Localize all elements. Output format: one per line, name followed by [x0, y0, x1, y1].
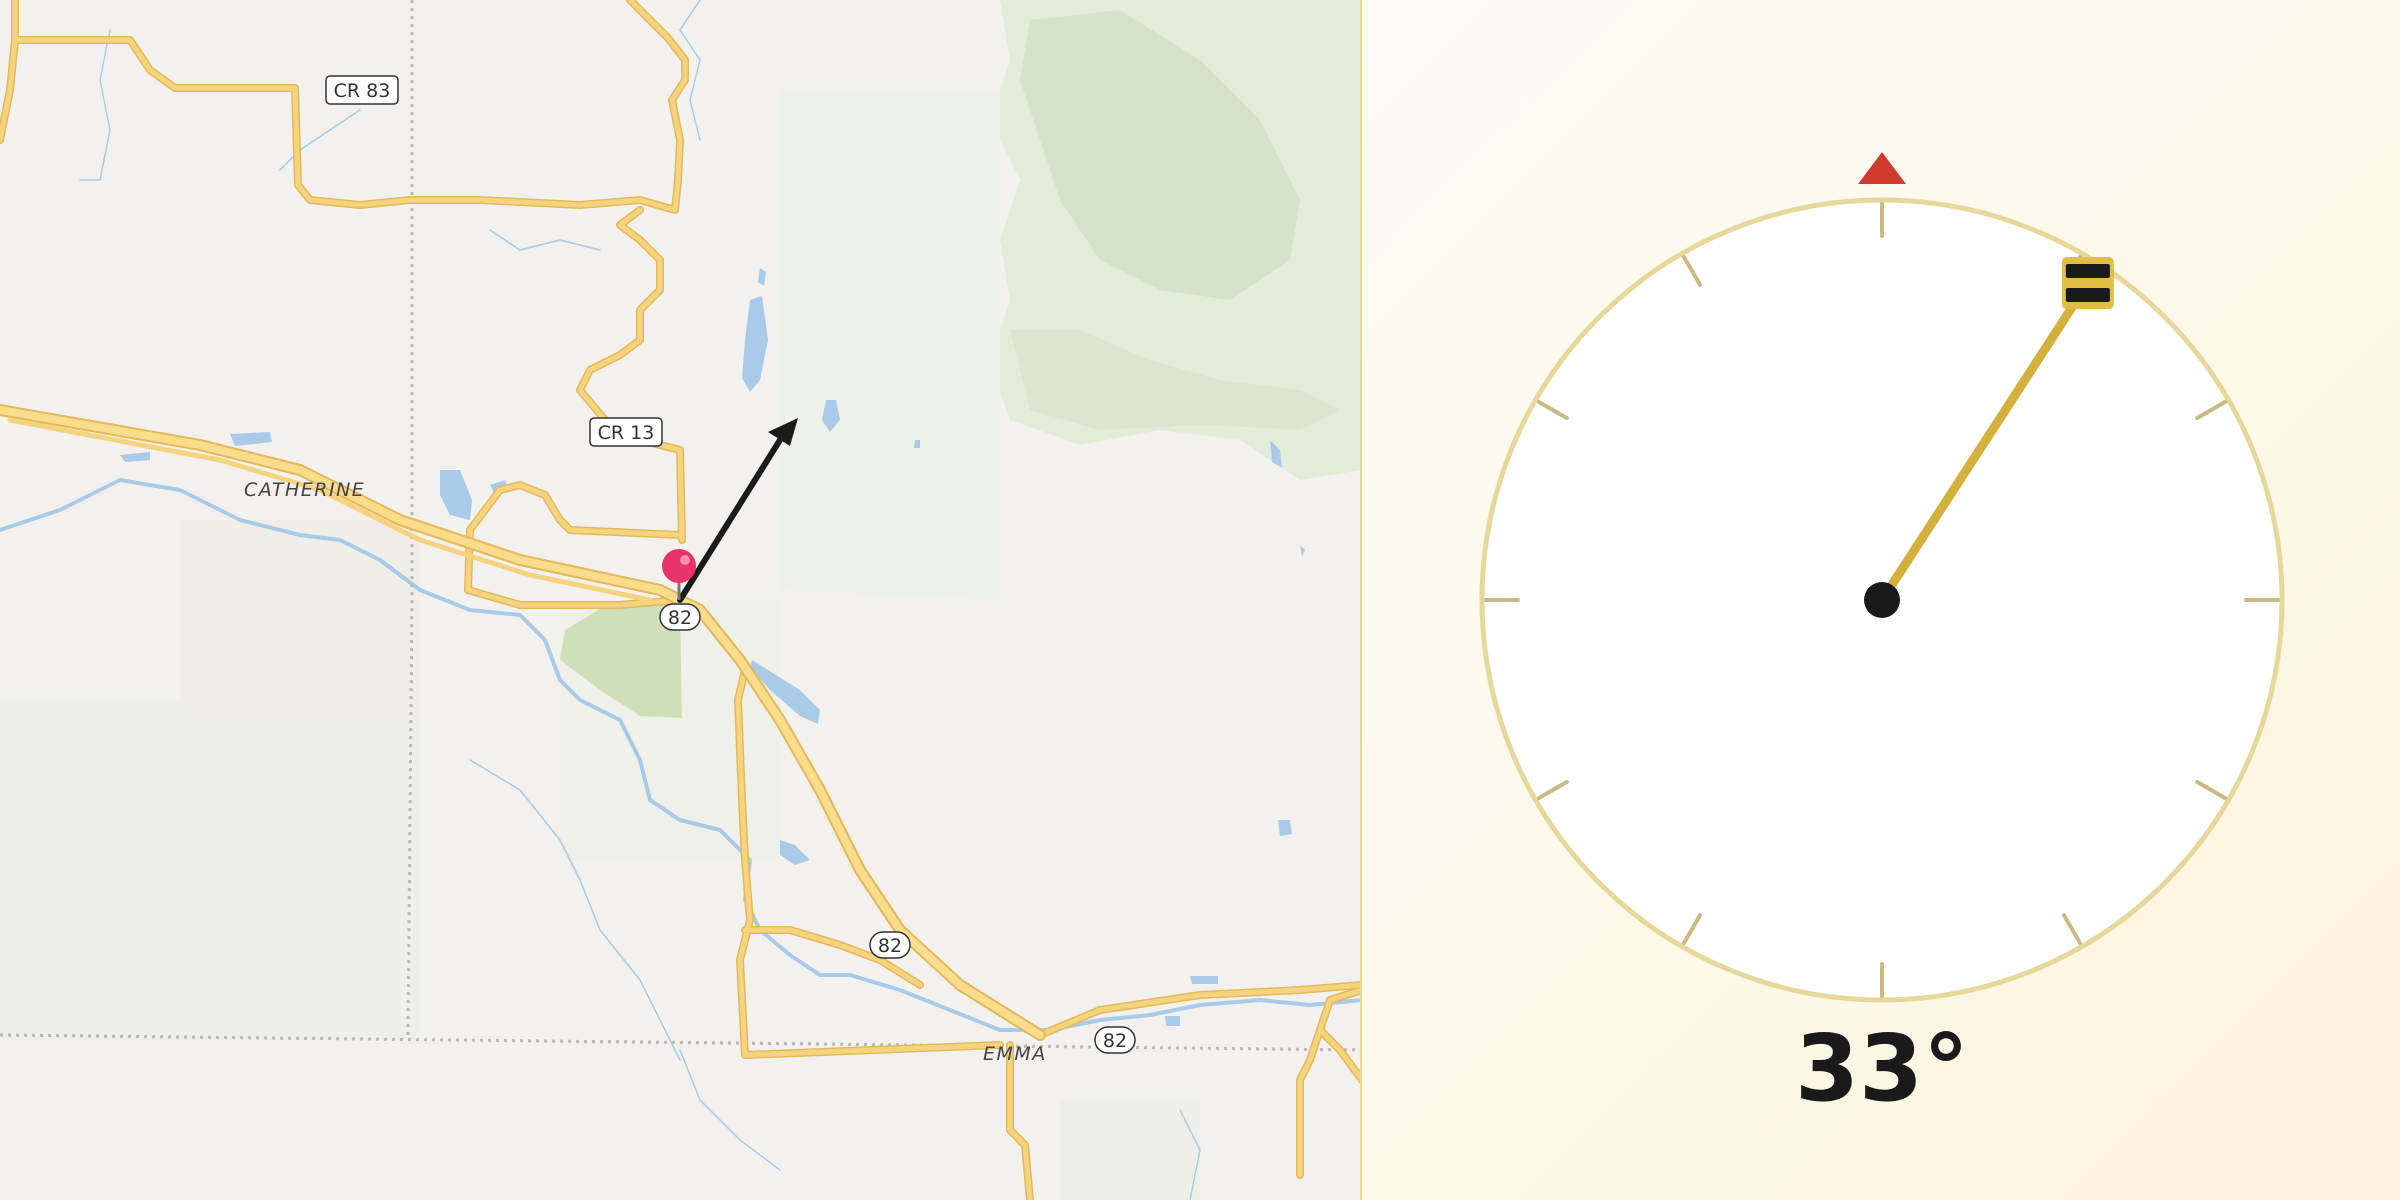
svg-text:82: 82: [1103, 1030, 1127, 1052]
svg-text:CR 83: CR 83: [334, 80, 391, 102]
road-shield-hwy82: 82: [869, 931, 911, 959]
svg-text:82: 82: [878, 935, 902, 957]
compass-pivot: [1864, 582, 1900, 618]
place-label-emma: EMMA: [983, 1043, 1047, 1065]
place-label-catherine: CATHERINE: [244, 479, 365, 501]
north-triangle-icon: [1858, 152, 1906, 184]
svg-text:82: 82: [668, 607, 692, 629]
map-view[interactable]: CR 83 CR 13 82 82 82 CATHERINE EMMA: [0, 0, 1362, 1200]
svg-text:CR 13: CR 13: [598, 422, 655, 444]
road-shield-cr13: CR 13: [589, 417, 663, 447]
heading-readout: 33°: [1795, 1015, 1969, 1122]
map-canvas[interactable]: CR 83 CR 13 82 82 82 CATHERINE EMMA: [0, 0, 1362, 1200]
road-shield-hwy82: 82: [659, 603, 701, 631]
road-shield-cr83: CR 83: [325, 75, 399, 105]
road-shield-hwy82: 82: [1094, 1026, 1136, 1054]
compass-widget[interactable]: 33°: [1362, 0, 2400, 1200]
needle-handle-icon[interactable]: [2061, 256, 2114, 309]
compass-panel: 33°: [1362, 0, 2400, 1200]
